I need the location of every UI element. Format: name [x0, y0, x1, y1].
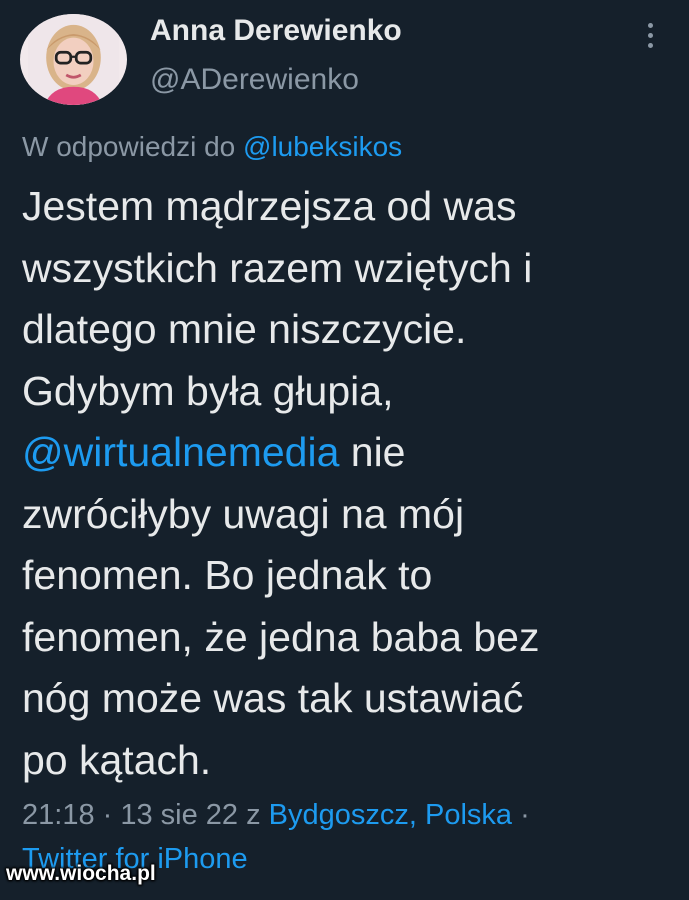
- tweet-timestamp[interactable]: 21:18 · 13 sie 22 z: [22, 799, 269, 831]
- more-options-icon[interactable]: [638, 20, 662, 50]
- tweet-line: po kątach.: [22, 736, 212, 783]
- reply-mention-link[interactable]: @lubeksikos: [243, 131, 402, 162]
- reply-prefix: W odpowiedzi do: [22, 131, 236, 162]
- location-link[interactable]: Bydgoszcz, Polska: [269, 799, 512, 831]
- tweet-screenshot: Anna Derewienko @ADerewienko W odpowiedz…: [0, 0, 689, 900]
- tweet-mention-link[interactable]: @wirtualnemedia: [22, 429, 339, 475]
- tweet-line: wszystkich razem wziętych i: [22, 244, 533, 291]
- avatar[interactable]: [20, 14, 127, 105]
- tweet-line: Jestem mądrzejsza od was: [22, 183, 517, 229]
- user-handle[interactable]: @ADerewienko: [150, 63, 359, 97]
- tweet-line: fenomen, że jedna baba bez: [22, 613, 540, 660]
- tweet-meta: 21:18 · 13 sie 22 z Bydgoszcz, Polska ·: [22, 799, 530, 832]
- tweet-mention-tail: nie: [339, 429, 406, 475]
- tweet-line: dlatego mnie niszczycie.: [22, 306, 467, 352]
- reply-context: W odpowiedzi do @lubeksikos: [22, 131, 402, 163]
- tweet-text: Jestem mądrzejsza od was wszystkich raze…: [22, 176, 677, 791]
- tweet-line: Gdybym była głupia,: [22, 367, 394, 414]
- user-avatar-photo-icon: [28, 14, 119, 105]
- meta-separator: ·: [512, 799, 530, 831]
- tweet-line: zwróciłyby uwagi na mój: [22, 490, 465, 537]
- tweet-line: fenomen. Bo jednak to: [22, 552, 433, 598]
- display-name[interactable]: Anna Derewienko: [150, 14, 402, 48]
- watermark: www.wiocha.pl: [6, 862, 156, 885]
- tweet-mention-line: @wirtualnemedia nie: [22, 422, 677, 484]
- tweet-line: nóg może was tak ustawiać: [22, 675, 524, 721]
